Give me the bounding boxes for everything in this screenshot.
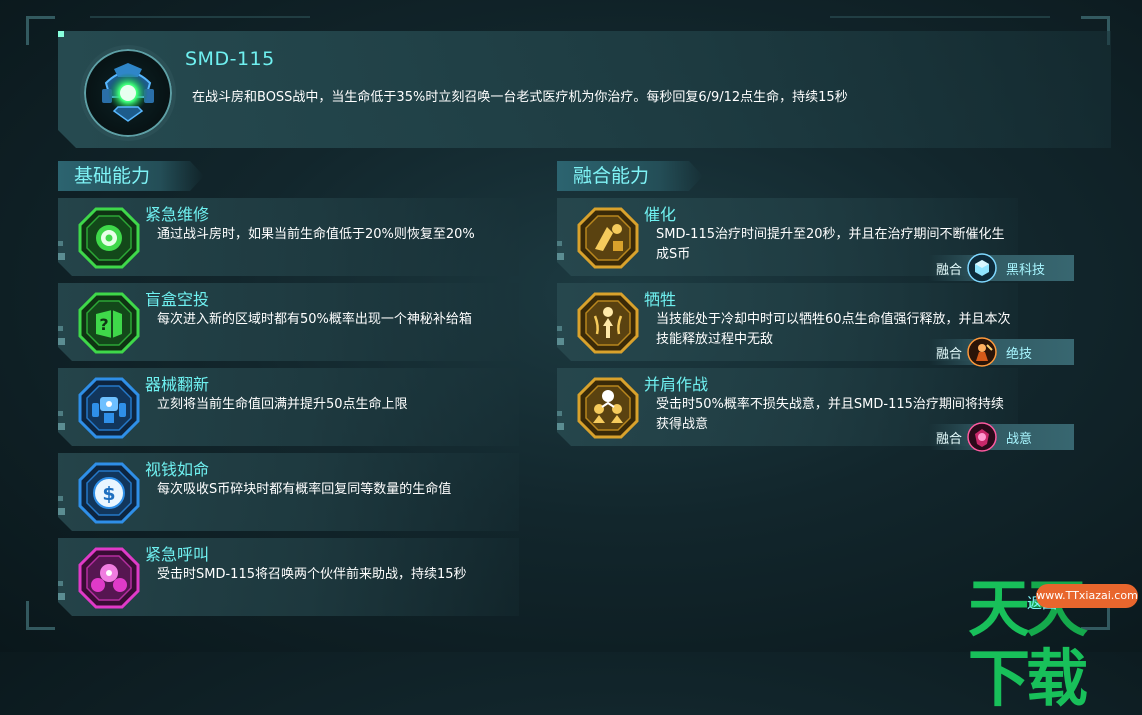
- green-mystery-box-icon: ?: [78, 292, 140, 354]
- blue-robot-icon: [78, 377, 140, 439]
- fusion-tag-label: 融合: [936, 263, 963, 278]
- skill-warrior-icon: [967, 337, 997, 367]
- blue-coin-icon: $: [78, 462, 140, 524]
- svg-text:$: $: [102, 483, 115, 505]
- card-pip: [58, 496, 63, 501]
- basic-ability-card-1[interactable]: ? 盲盒空投 每次进入新的区域时都有50%概率出现一个神秘补给箱: [58, 283, 519, 361]
- fusion-tag-name: 战意: [1006, 432, 1033, 447]
- ability-title: 并肩作战: [644, 375, 709, 394]
- basic-ability-card-2[interactable]: 器械翻新 立刻将当前生命值回满并提升50点生命上限: [58, 368, 519, 446]
- card-pip: [58, 581, 63, 586]
- hero-name: SMD-115: [185, 48, 275, 70]
- ability-title: 视钱如命: [145, 460, 210, 479]
- fusion-tag-name: 绝技: [1006, 347, 1033, 362]
- card-pip: [557, 423, 564, 430]
- card-pip: [58, 508, 65, 515]
- svg-text:?: ?: [99, 315, 108, 334]
- gold-allies-icon: [577, 377, 639, 439]
- fusion-tag-name: 黑科技: [1006, 263, 1046, 278]
- card-pip: [557, 326, 562, 331]
- card-pip: [557, 253, 564, 260]
- card-pip: [58, 411, 63, 416]
- basic-ability-card-4[interactable]: 紧急呼叫 受击时SMD-115将召唤两个伙伴前来助战，持续15秒: [58, 538, 519, 616]
- battle-spirit-icon: [967, 422, 997, 452]
- basic-ability-card-3[interactable]: $ 视钱如命 每次吸收S币碎块时都有概率回复同等数量的生命值: [58, 453, 519, 531]
- ability-title: 催化: [644, 205, 677, 224]
- basic-ability-card-0[interactable]: 紧急维修 通过战斗房时，如果当前生命值低于20%则恢复至20%: [58, 198, 519, 276]
- ability-title: 紧急维修: [145, 205, 210, 224]
- frame-corner-bottom-left: [26, 601, 55, 630]
- gold-catalyst-icon: [577, 207, 639, 269]
- medic-robot-icon: [102, 63, 154, 122]
- fusion-tag-label: 融合: [936, 347, 963, 362]
- ability-desc: 受击时SMD-115将召唤两个伙伴前来助战，持续15秒: [157, 567, 467, 582]
- ability-desc: 每次进入新的区域时都有50%概率出现一个神秘补给箱: [157, 312, 472, 327]
- section-label-fusion: 融合能力: [557, 161, 703, 191]
- gold-sacrifice-icon: [577, 292, 639, 354]
- card-pip: [58, 326, 63, 331]
- watermark-url-badge: www.TTxiazai.com: [1036, 584, 1138, 608]
- ability-title: 紧急呼叫: [145, 545, 210, 564]
- green-gear-icon: [78, 207, 140, 269]
- card-pip: [58, 241, 63, 246]
- ability-title: 盲盒空投: [145, 290, 210, 309]
- ability-title: 器械翻新: [145, 375, 210, 394]
- fusion-tag-1[interactable]: 融合 绝技: [929, 337, 1074, 367]
- ability-desc: 立刻将当前生命值回满并提升50点生命上限: [157, 397, 408, 412]
- tech-cube-icon: [967, 253, 997, 283]
- frame-line-top-right: [830, 16, 1050, 18]
- magenta-drones-icon: [78, 547, 140, 609]
- frame-corner-top-left: [26, 16, 55, 45]
- ability-desc: 通过战斗房时，如果当前生命值低于20%则恢复至20%: [157, 227, 475, 242]
- section-label-basic: 基础能力: [58, 161, 204, 191]
- frame-line-top: [90, 16, 310, 18]
- card-pip: [557, 241, 562, 246]
- hero-avatar: [80, 45, 176, 141]
- card-pip: [557, 411, 562, 416]
- hero-description: 在战斗房和BOSS战中，当生命低于35%时立刻召唤一台老式医疗机为你治疗。每秒回…: [192, 90, 848, 105]
- card-pip: [58, 338, 65, 345]
- fusion-tag-label: 融合: [936, 432, 963, 447]
- fusion-tag-2[interactable]: 融合 战意: [929, 422, 1074, 452]
- fusion-tag-0[interactable]: 融合 黑科技: [929, 253, 1074, 283]
- ability-title: 牺牲: [644, 290, 677, 309]
- ability-desc: 每次吸收S币碎块时都有概率回复同等数量的生命值: [157, 482, 452, 497]
- card-pip: [58, 423, 65, 430]
- card-pip: [58, 593, 65, 600]
- card-pip: [58, 253, 65, 260]
- card-pip: [557, 338, 564, 345]
